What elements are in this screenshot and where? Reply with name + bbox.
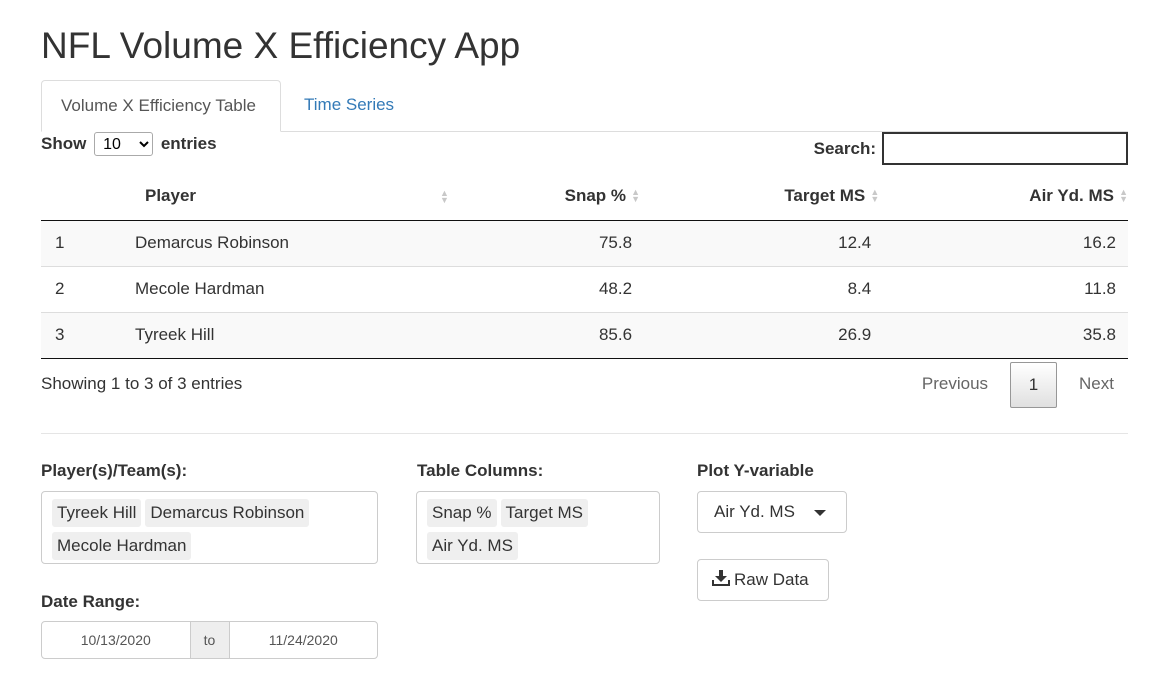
sort-icon: ▲ ▼: [1119, 187, 1128, 205]
plot-y-value: Air Yd. MS: [714, 502, 795, 521]
raw-data-button[interactable]: Raw Data: [697, 559, 829, 601]
col-header-player[interactable]: Player ▲ ▼: [135, 172, 450, 221]
download-icon: [712, 570, 730, 586]
target-ms-cell: 26.9: [640, 311, 880, 359]
date-range-input: 10/13/2020 to 11/24/2020: [41, 621, 378, 659]
column-chip[interactable]: Air Yd. MS: [427, 532, 518, 560]
air-yd-ms-cell: 16.2: [879, 220, 1128, 266]
previous-button[interactable]: Previous: [908, 362, 1002, 408]
entries-label: entries: [160, 134, 217, 153]
snap-cell: 48.2: [450, 265, 641, 312]
efficiency-table: Player ▲ ▼ Snap % ▲ ▼ Target MS ▲ ▼ Air Yd. MS…: [41, 172, 1128, 359]
table-header-row: Player ▲ ▼ Snap % ▲ ▼ Target MS ▲ ▼ Air Yd. MS…: [41, 172, 1128, 221]
col-header-target-label: Target MS: [784, 185, 866, 205]
col-header-snap-label: Snap %: [564, 185, 627, 205]
date-range-separator: to: [189, 622, 230, 658]
date-range-label: Date Range:: [41, 592, 141, 611]
player-cell: Demarcus Robinson: [135, 220, 450, 266]
date-end-input[interactable]: 11/24/2020: [230, 622, 378, 658]
tab-time-series[interactable]: Time Series: [285, 80, 413, 132]
sort-icon: ▲ ▼: [870, 187, 880, 205]
show-label: Show: [41, 134, 87, 153]
snap-cell: 75.8: [450, 220, 641, 266]
player-chip[interactable]: Demarcus Robinson: [145, 499, 310, 527]
player-cell: Tyreek Hill: [135, 311, 450, 359]
player-chip[interactable]: Tyreek Hill: [52, 499, 142, 527]
table-search: Search:: [814, 132, 1128, 165]
air-yd-ms-cell: 35.8: [879, 311, 1128, 359]
page-1-button[interactable]: 1: [1010, 362, 1058, 408]
next-button[interactable]: Next: [1065, 362, 1128, 408]
raw-data-label: Raw Data: [734, 570, 809, 589]
player-chip[interactable]: Mecole Hardman: [52, 532, 192, 560]
tab-volume-efficiency-table[interactable]: Volume X Efficiency Table: [41, 80, 281, 132]
entries-select[interactable]: 10: [94, 132, 154, 156]
tab-bar: Volume X Efficiency Table Time Series: [41, 80, 1128, 132]
row-index: 3: [41, 311, 135, 359]
search-input[interactable]: [882, 132, 1128, 165]
snap-cell: 85.6: [450, 311, 641, 359]
target-ms-cell: 8.4: [640, 265, 880, 312]
sort-icon: ▲ ▼: [631, 187, 641, 205]
date-start-input[interactable]: 10/13/2020: [42, 622, 190, 658]
caret-down-icon: [814, 510, 826, 516]
sort-icon: ▲ ▼: [440, 188, 449, 205]
col-header-target-ms[interactable]: Target MS ▲ ▼: [640, 172, 880, 221]
plot-y-dropdown[interactable]: Air Yd. MS: [697, 491, 847, 533]
table-row[interactable]: 2 Mecole Hardman 48.2 8.4 11.8: [41, 265, 1128, 312]
target-ms-cell: 12.4: [640, 220, 880, 266]
col-header-player-label: Player: [145, 185, 197, 205]
plot-y-label: Plot Y-variable: [697, 461, 814, 480]
players-select[interactable]: Tyreek Hill Demarcus Robinson Mecole Har…: [41, 491, 378, 564]
players-label: Player(s)/Team(s):: [41, 461, 188, 480]
table-columns-label: Table Columns:: [417, 461, 544, 480]
search-label: Search:: [813, 139, 876, 158]
pagination: Previous 1 Next: [908, 362, 1128, 408]
table-row[interactable]: 3 Tyreek Hill 85.6 26.9 35.8: [41, 311, 1128, 359]
row-index: 1: [41, 220, 135, 266]
section-divider: [41, 433, 1128, 434]
table-row[interactable]: 1 Demarcus Robinson 75.8 12.4 16.2: [41, 220, 1128, 266]
col-header-snap[interactable]: Snap % ▲ ▼: [450, 172, 641, 221]
col-header-air-yd-ms[interactable]: Air Yd. MS ▲ ▼: [879, 172, 1128, 221]
col-header-air-label: Air Yd. MS: [1029, 185, 1114, 205]
player-cell: Mecole Hardman: [135, 265, 450, 312]
column-chip[interactable]: Target MS: [500, 499, 589, 527]
column-chip[interactable]: Snap %: [427, 499, 497, 527]
col-header-index[interactable]: [41, 172, 135, 221]
table-columns-select[interactable]: Snap % Target MS Air Yd. MS: [416, 491, 660, 564]
row-index: 2: [41, 265, 135, 312]
table-info: Showing 1 to 3 of 3 entries: [41, 374, 243, 393]
air-yd-ms-cell: 11.8: [879, 265, 1128, 312]
page-title: NFL Volume X Efficiency App: [41, 25, 521, 66]
entries-length-control: Show 10 entries: [41, 132, 217, 156]
